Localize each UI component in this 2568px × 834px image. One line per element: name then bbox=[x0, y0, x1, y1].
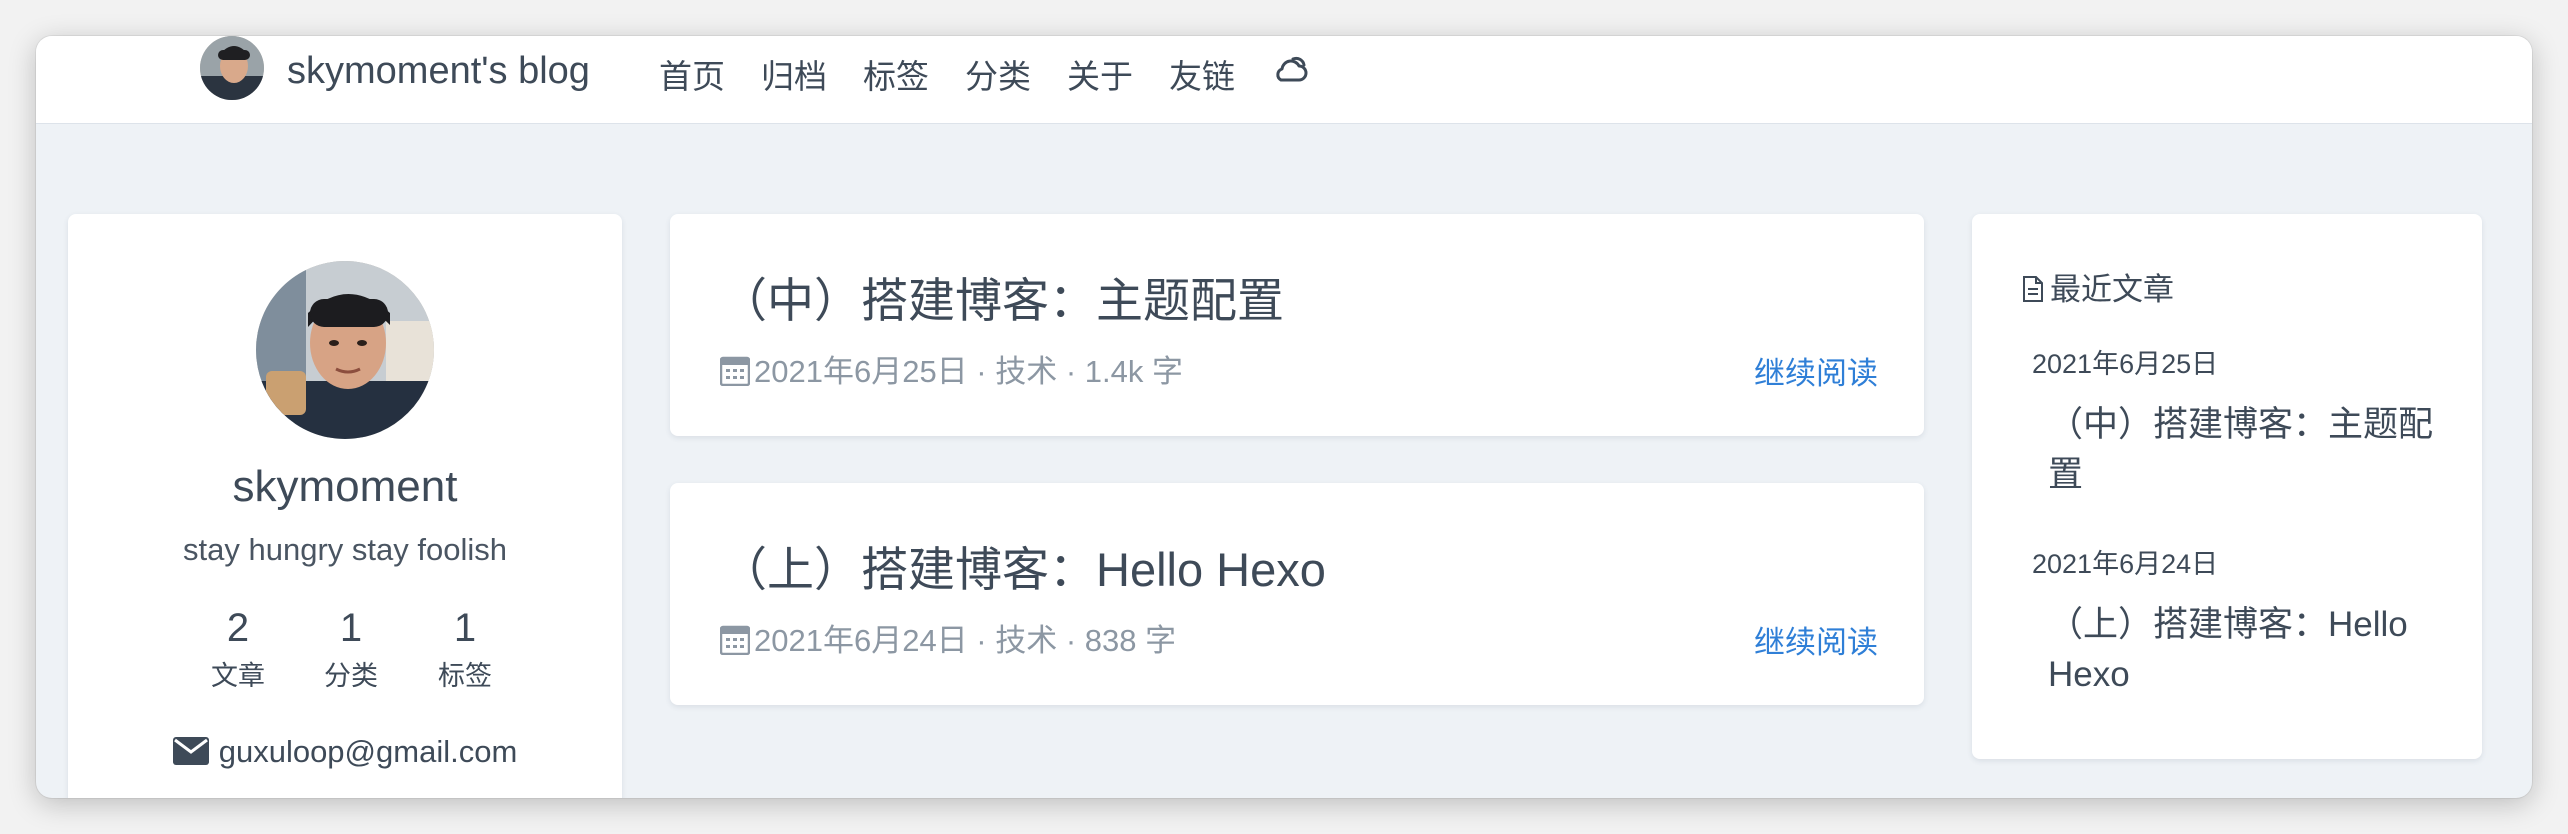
recent-posts-heading: 最近文章 bbox=[2022, 264, 2174, 311]
profile-card: skymoment stay hungry stay foolish 2 文章 … bbox=[68, 214, 622, 798]
profile-name: skymoment bbox=[232, 462, 458, 511]
document-icon bbox=[2022, 275, 2044, 311]
nav-categories[interactable]: 分类 bbox=[965, 50, 1031, 98]
recent-post-date: 2021年6月25日 bbox=[2032, 349, 2219, 379]
post-title[interactable]: （上）搭建博客：Hello Hexo bbox=[720, 531, 1326, 600]
stat-posts-label: 文章 bbox=[211, 661, 265, 691]
post-card: （中）搭建博客：主题配置 2021年6月25日 · 技术 · 1.4k 字 继续… bbox=[670, 214, 1924, 436]
profile-motto: stay hungry stay foolish bbox=[183, 532, 507, 567]
post-meta-text: 2021年6月24日 · 技术 · 838 字 bbox=[754, 623, 1177, 658]
stat-posts-count: 2 bbox=[226, 606, 250, 650]
read-more-link[interactable]: 继续阅读 bbox=[1754, 617, 1878, 662]
site-title[interactable]: skymoment's blog bbox=[287, 50, 590, 93]
nav-archive[interactable]: 归档 bbox=[761, 50, 827, 98]
nav-about[interactable]: 关于 bbox=[1067, 50, 1133, 98]
post-meta-text: 2021年6月25日 · 技术 · 1.4k 字 bbox=[754, 354, 1183, 389]
stat-tags[interactable]: 1 标签 bbox=[405, 606, 525, 693]
nav-tags[interactable]: 标签 bbox=[863, 50, 929, 98]
cloud-moon-icon[interactable] bbox=[1271, 50, 1311, 90]
stat-tags-count: 1 bbox=[453, 606, 477, 650]
read-more-link[interactable]: 继续阅读 bbox=[1754, 348, 1878, 393]
post-meta: 2021年6月24日 · 技术 · 838 字 bbox=[719, 615, 1177, 663]
recent-posts-card: 最近文章 2021年6月25日 （中）搭建博客：主题配置 2021年6月24日 … bbox=[1972, 214, 2482, 759]
recent-post-link[interactable]: （中）搭建博客：主题配置 bbox=[2048, 400, 2448, 500]
calendar-icon bbox=[719, 354, 751, 394]
profile-email[interactable]: guxuloop@gmail.com bbox=[68, 734, 622, 773]
email-text: guxuloop@gmail.com bbox=[218, 734, 518, 769]
calendar-icon bbox=[719, 623, 751, 663]
brand-avatar[interactable] bbox=[200, 36, 264, 100]
nav-home[interactable]: 首页 bbox=[659, 50, 725, 98]
stat-categories-label: 分类 bbox=[324, 661, 378, 691]
nav-friends[interactable]: 友链 bbox=[1169, 50, 1235, 98]
profile-avatar bbox=[256, 261, 434, 439]
recent-post-date: 2021年6月24日 bbox=[2032, 549, 2219, 579]
post-card: （上）搭建博客：Hello Hexo 2021年6月24日 · 技术 · 838… bbox=[670, 483, 1924, 705]
mail-icon bbox=[172, 737, 209, 773]
top-navbar: skymoment's blog 首页 归档 标签 分类 关于 友链 bbox=[36, 36, 2532, 124]
browser-window: skymoment's blog 首页 归档 标签 分类 关于 友链 skymo… bbox=[36, 36, 2532, 798]
recent-post-link[interactable]: （上）搭建博客：Hello Hexo bbox=[2048, 600, 2448, 700]
post-meta: 2021年6月25日 · 技术 · 1.4k 字 bbox=[719, 346, 1183, 394]
stat-categories[interactable]: 1 分类 bbox=[291, 606, 411, 693]
recent-posts-title: 最近文章 bbox=[2050, 272, 2174, 307]
stat-categories-count: 1 bbox=[339, 606, 363, 650]
post-title[interactable]: （中）搭建博客：主题配置 bbox=[720, 262, 1284, 331]
stat-posts[interactable]: 2 文章 bbox=[178, 606, 298, 693]
stat-tags-label: 标签 bbox=[438, 661, 492, 691]
